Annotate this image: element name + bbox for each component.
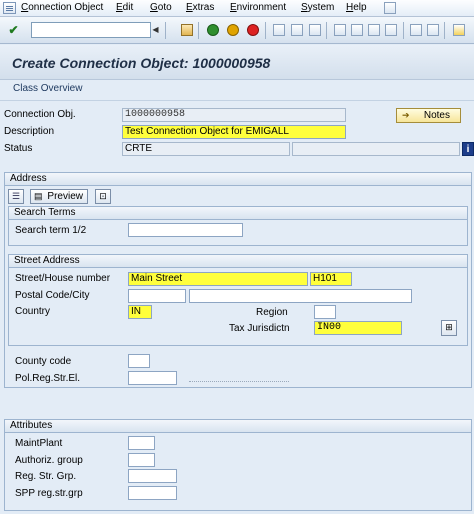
- city-field[interactable]: [189, 289, 412, 303]
- system-menu-icon[interactable]: [3, 2, 16, 14]
- command-history-icon[interactable]: ◀: [151, 22, 160, 38]
- new-session-icon[interactable]: [409, 23, 424, 38]
- window-icon[interactable]: [384, 2, 396, 14]
- toolbar-separator: [198, 22, 199, 39]
- preview-icon: ▤: [34, 191, 43, 201]
- menu-bar: Connection Object Edit Goto Extras Envir…: [0, 0, 474, 17]
- tax-jurisdiction-determine-button[interactable]: ⊞: [441, 320, 457, 336]
- next-page-icon[interactable]: [367, 23, 382, 38]
- command-field[interactable]: [31, 22, 151, 38]
- menu-help[interactable]: Help: [346, 2, 367, 13]
- street-address-title: Street Address: [9, 255, 467, 268]
- prev-page-icon[interactable]: [350, 23, 365, 38]
- menu-extras[interactable]: Extras: [186, 2, 214, 13]
- search-term-1-field[interactable]: [128, 223, 243, 237]
- save-icon[interactable]: [180, 23, 195, 38]
- standard-toolbar: ✔ ◀: [0, 17, 474, 44]
- address-group-title: Address: [5, 173, 471, 186]
- print-icon[interactable]: [272, 23, 287, 38]
- find-icon[interactable]: [290, 23, 305, 38]
- search-terms-title: Search Terms: [9, 207, 467, 220]
- menu-goto[interactable]: Goto: [150, 2, 172, 13]
- attributes-group-title: Attributes: [5, 420, 471, 433]
- status-label: Status: [4, 143, 33, 154]
- cancel-icon[interactable]: [246, 23, 261, 38]
- preview-label: Preview: [47, 191, 83, 202]
- tax-jurisdiction-label: Tax Jurisdictn: [229, 323, 290, 334]
- determine-icon: ⊞: [445, 322, 453, 332]
- help-icon[interactable]: [452, 23, 467, 38]
- reg-str-grp-label: Reg. Str. Grp.: [15, 471, 77, 482]
- country-field[interactable]: IN: [128, 305, 152, 319]
- menu-system[interactable]: System: [301, 2, 334, 13]
- collapse-button[interactable]: ☰: [8, 189, 24, 204]
- region-field[interactable]: [314, 305, 336, 319]
- spp-reg-field[interactable]: [128, 486, 177, 500]
- street-label: Street/House number: [15, 273, 111, 284]
- address-settings-button[interactable]: ⊡: [95, 189, 111, 204]
- preview-button[interactable]: ▤ Preview: [30, 189, 88, 204]
- notes-label: Notes: [423, 110, 450, 121]
- county-code-label: County code: [15, 356, 72, 367]
- toolbar-separator: [265, 22, 266, 39]
- postal-city-label: Postal Code/City: [15, 290, 90, 301]
- menu-edit[interactable]: Edit: [116, 2, 133, 13]
- page-title: Create Connection Object: 1000000958: [12, 55, 271, 71]
- status-field: CRTE: [122, 142, 290, 156]
- country-label: Country: [15, 306, 51, 317]
- authorization-group-label: Authoriz. group: [15, 455, 83, 466]
- county-code-field[interactable]: [128, 354, 150, 368]
- tax-jurisdiction-field[interactable]: IN00: [314, 321, 402, 335]
- notes-arrow-icon: ➔: [402, 110, 410, 120]
- pol-reg-field[interactable]: [128, 371, 177, 385]
- maint-plant-field[interactable]: [128, 436, 155, 450]
- title-bar: Create Connection Object: 1000000958: [0, 45, 474, 80]
- menu-environment[interactable]: Environment: [230, 2, 286, 13]
- description-label: Description: [4, 126, 55, 137]
- authorization-group-field[interactable]: [128, 453, 155, 467]
- postal-code-field[interactable]: [128, 289, 186, 303]
- find-next-icon[interactable]: [308, 23, 323, 38]
- first-page-icon[interactable]: [333, 23, 348, 38]
- enter-icon[interactable]: ✔: [6, 23, 21, 38]
- connection-object-label: Connection Obj.: [4, 109, 76, 120]
- shortcut-icon[interactable]: [426, 23, 441, 38]
- toolbar-separator: [326, 22, 327, 39]
- street-field[interactable]: Main Street: [128, 272, 308, 286]
- back-icon[interactable]: [206, 23, 221, 38]
- lock-icon: ⊡: [99, 191, 107, 201]
- pol-reg-description: [189, 381, 289, 382]
- toolbar-separator: [444, 22, 445, 39]
- house-number-field[interactable]: H101: [310, 272, 352, 286]
- toolbar-separator: [403, 22, 404, 39]
- application-toolbar: Class Overview: [0, 80, 474, 101]
- collapse-icon: ☰: [11, 191, 21, 201]
- class-overview-button[interactable]: Class Overview: [13, 83, 82, 94]
- maint-plant-label: MaintPlant: [15, 438, 63, 449]
- connection-object-field: 1000000958: [122, 108, 346, 122]
- spp-reg-label: SPP reg.str.grp: [15, 488, 83, 499]
- region-label: Region: [256, 307, 288, 318]
- pol-reg-label: Pol.Reg.Str.El.: [15, 373, 81, 384]
- menu-connection-object[interactable]: Connection Object: [21, 2, 103, 13]
- toolbar-separator: [165, 22, 166, 39]
- status-extra-field: [292, 142, 460, 156]
- search-term-label: Search term 1/2: [15, 225, 87, 236]
- reg-str-grp-field[interactable]: [128, 469, 177, 483]
- last-page-icon[interactable]: [384, 23, 399, 38]
- info-icon[interactable]: i: [462, 142, 474, 156]
- exit-icon[interactable]: [226, 23, 241, 38]
- description-field[interactable]: Test Connection Object for EMIGALL: [122, 125, 346, 139]
